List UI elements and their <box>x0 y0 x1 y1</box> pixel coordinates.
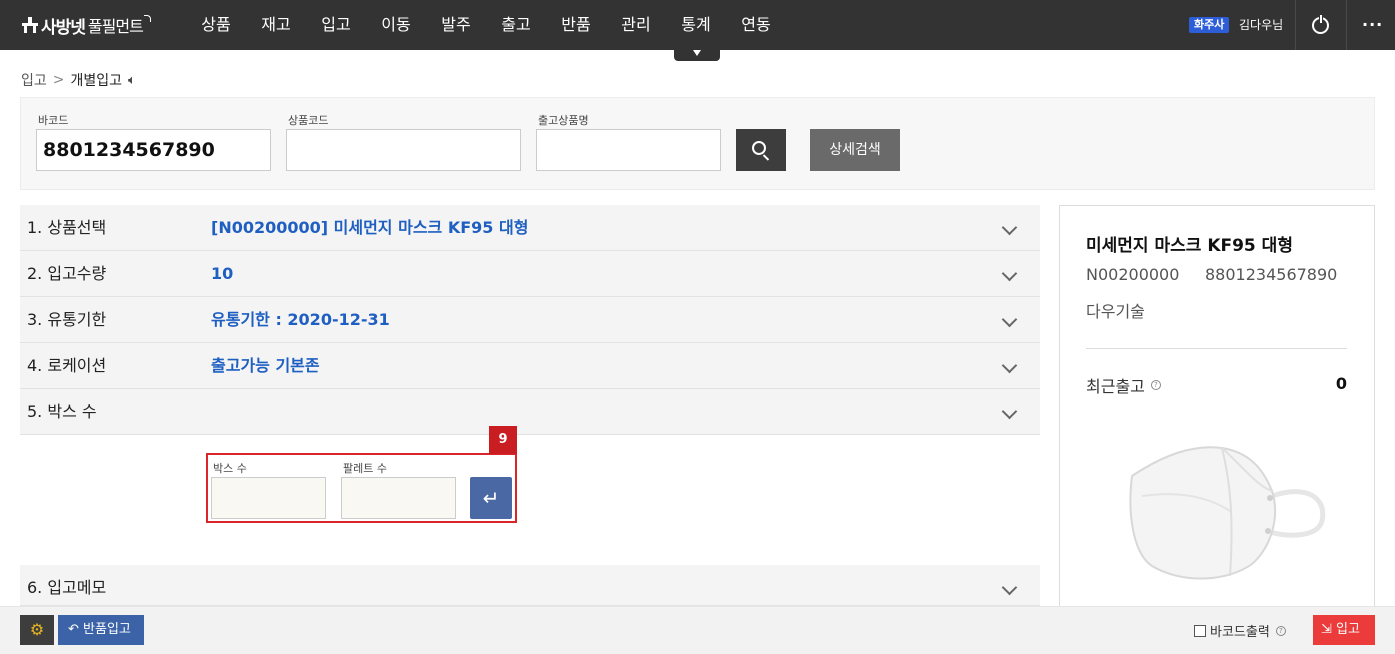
menu-item-integration[interactable]: 연동 <box>726 0 786 50</box>
speaker-icon[interactable]: 🔈︎ <box>128 73 136 88</box>
product-barcode: 8801234567890 <box>1205 265 1338 284</box>
chevron-down-icon[interactable] <box>1001 403 1018 420</box>
advanced-search-button[interactable]: 상세검색 <box>810 129 900 171</box>
menu-item-products[interactable]: 상품 <box>186 0 246 50</box>
chevron-down-icon[interactable] <box>1001 579 1018 596</box>
menu-item-move[interactable]: 이동 <box>366 0 426 50</box>
brand-name-light: 풀필먼트 <box>87 17 144 36</box>
nav-divider <box>1346 0 1347 50</box>
chevron-down-icon[interactable] <box>1001 265 1018 282</box>
gear-icon: ⚙ <box>29 620 45 639</box>
return-inbound-label: 반품입고 <box>83 622 131 637</box>
top-navigation-bar: 사방넷 풀필먼트 상품 재고 입고 이동 발주 출고 반품 관리 통계 연동 화… <box>0 0 1395 50</box>
mask-image <box>1129 446 1326 580</box>
step-value: 10 <box>211 264 234 283</box>
step-label: 5. 박스 수 <box>27 402 97 421</box>
step-memo[interactable]: 6. 입고메모 <box>20 565 1040 606</box>
product-name-label: 출고상품명 <box>538 114 589 127</box>
menu-item-inbound[interactable]: 입고 <box>306 0 366 50</box>
step-value: 유통기한 : 2020-12-31 <box>211 310 390 329</box>
menu-item-returns[interactable]: 반품 <box>546 0 606 50</box>
menu-item-manage[interactable]: 관리 <box>606 0 666 50</box>
product-code-label: 상품코드 <box>288 114 329 127</box>
step-label: 1. 상품선택 <box>27 218 107 237</box>
search-icon <box>752 141 766 155</box>
search-icon-handle <box>762 154 770 161</box>
receive-label: 입고 <box>1336 622 1360 637</box>
breadcrumb: 입고 > 개별입고 🔈︎ <box>21 70 136 90</box>
barcode-print-label: 바코드출력 <box>1210 625 1270 640</box>
box-count-input[interactable] <box>211 477 326 519</box>
barcode-print-checkbox[interactable] <box>1194 624 1206 637</box>
receive-icon: ⇲ <box>1321 622 1332 637</box>
menu-item-stats[interactable]: 통계 <box>666 0 726 50</box>
logout-power-icon[interactable] <box>1312 14 1329 34</box>
brand-logo[interactable]: 사방넷 풀필먼트 <box>22 13 151 38</box>
product-info-panel: 미세먼지 마스크 KF95 대형 N00200000 8801234567890… <box>1059 205 1375 654</box>
menu-item-order[interactable]: 발주 <box>426 0 486 50</box>
product-name: 미세먼지 마스크 KF95 대형 <box>1086 236 1293 256</box>
recent-outbound-value: 0 <box>1335 374 1347 393</box>
divider <box>1086 348 1347 349</box>
main-menu: 상품 재고 입고 이동 발주 출고 반품 관리 통계 연동 <box>186 0 786 50</box>
step-value: 출고가능 기본존 <box>211 356 320 375</box>
step-product-select[interactable]: 1. 상품선택 [N00200000] 미세먼지 마스크 KF95 대형 <box>20 205 1040 251</box>
enter-arrow-icon: ↵ <box>482 486 500 510</box>
box-count-label: 박스 수 <box>213 462 247 475</box>
product-code-input[interactable] <box>286 129 521 171</box>
step-quantity[interactable]: 2. 입고수량 10 <box>20 251 1040 297</box>
step-marker-badge: 9 <box>489 426 517 454</box>
chevron-right-icon: > <box>52 72 65 88</box>
chevron-down-icon[interactable] <box>1001 311 1018 328</box>
user-name[interactable]: 김다우님 <box>1239 15 1283 35</box>
step-location[interactable]: 4. 로케이션 출고가능 기본존 <box>20 343 1040 389</box>
enter-submit-button[interactable]: ↵ <box>470 477 512 519</box>
undo-arrow-icon: ↶ <box>68 622 79 637</box>
chevron-down-icon[interactable] <box>1001 219 1018 236</box>
recent-outbound-label: 최근출고 <box>1086 377 1145 396</box>
breadcrumb-parent[interactable]: 입고 <box>21 70 47 90</box>
step-expiry[interactable]: 3. 유통기한 유통기한 : 2020-12-31 <box>20 297 1040 343</box>
logo-corner-icon <box>143 14 151 22</box>
step-value: [N00200000] 미세먼지 마스크 KF95 대형 <box>211 218 529 237</box>
step-label: 4. 로케이션 <box>27 356 107 375</box>
barcode-input[interactable]: 8801234567890 <box>36 129 271 171</box>
caret-down-icon <box>693 50 701 56</box>
search-button[interactable] <box>736 129 786 171</box>
role-badge: 화주사 <box>1189 17 1230 33</box>
help-icon[interactable]: ? <box>1275 625 1286 636</box>
receive-button[interactable]: ⇲ 입고 <box>1313 615 1375 645</box>
pallet-count-label: 팔레트 수 <box>343 462 387 475</box>
bottom-action-bar <box>0 606 1395 654</box>
nav-divider <box>1295 0 1296 50</box>
step-label: 6. 입고메모 <box>27 578 107 597</box>
product-code: N00200000 <box>1086 265 1180 284</box>
barcode-label: 바코드 <box>38 114 69 127</box>
settings-button[interactable]: ⚙ <box>20 615 54 645</box>
product-maker: 다우기술 <box>1086 302 1145 321</box>
barcode-print-toggle[interactable]: 바코드출력 ? <box>1194 621 1286 640</box>
chevron-down-icon[interactable] <box>1001 357 1018 374</box>
step-label: 2. 입고수량 <box>27 264 107 283</box>
brand-name-bold: 사방넷 <box>41 17 86 38</box>
more-menu-icon[interactable]: ··· <box>1362 15 1383 34</box>
help-icon[interactable]: ? <box>1150 380 1161 390</box>
return-inbound-button[interactable]: ↶ 반품입고 <box>58 615 144 645</box>
logo-mark-icon <box>22 17 38 33</box>
pallet-count-input[interactable] <box>341 477 456 519</box>
step-label: 3. 유통기한 <box>27 310 107 329</box>
menu-item-outbound[interactable]: 출고 <box>486 0 546 50</box>
product-name-input[interactable] <box>536 129 721 171</box>
breadcrumb-current: 개별입고 <box>70 73 123 89</box>
menu-expand-toggle[interactable] <box>674 45 720 61</box>
menu-item-inventory[interactable]: 재고 <box>246 0 306 50</box>
step-box-count[interactable]: 5. 박스 수 <box>20 389 1040 435</box>
recent-outbound-row: 최근출고 ? <box>1086 373 1161 397</box>
